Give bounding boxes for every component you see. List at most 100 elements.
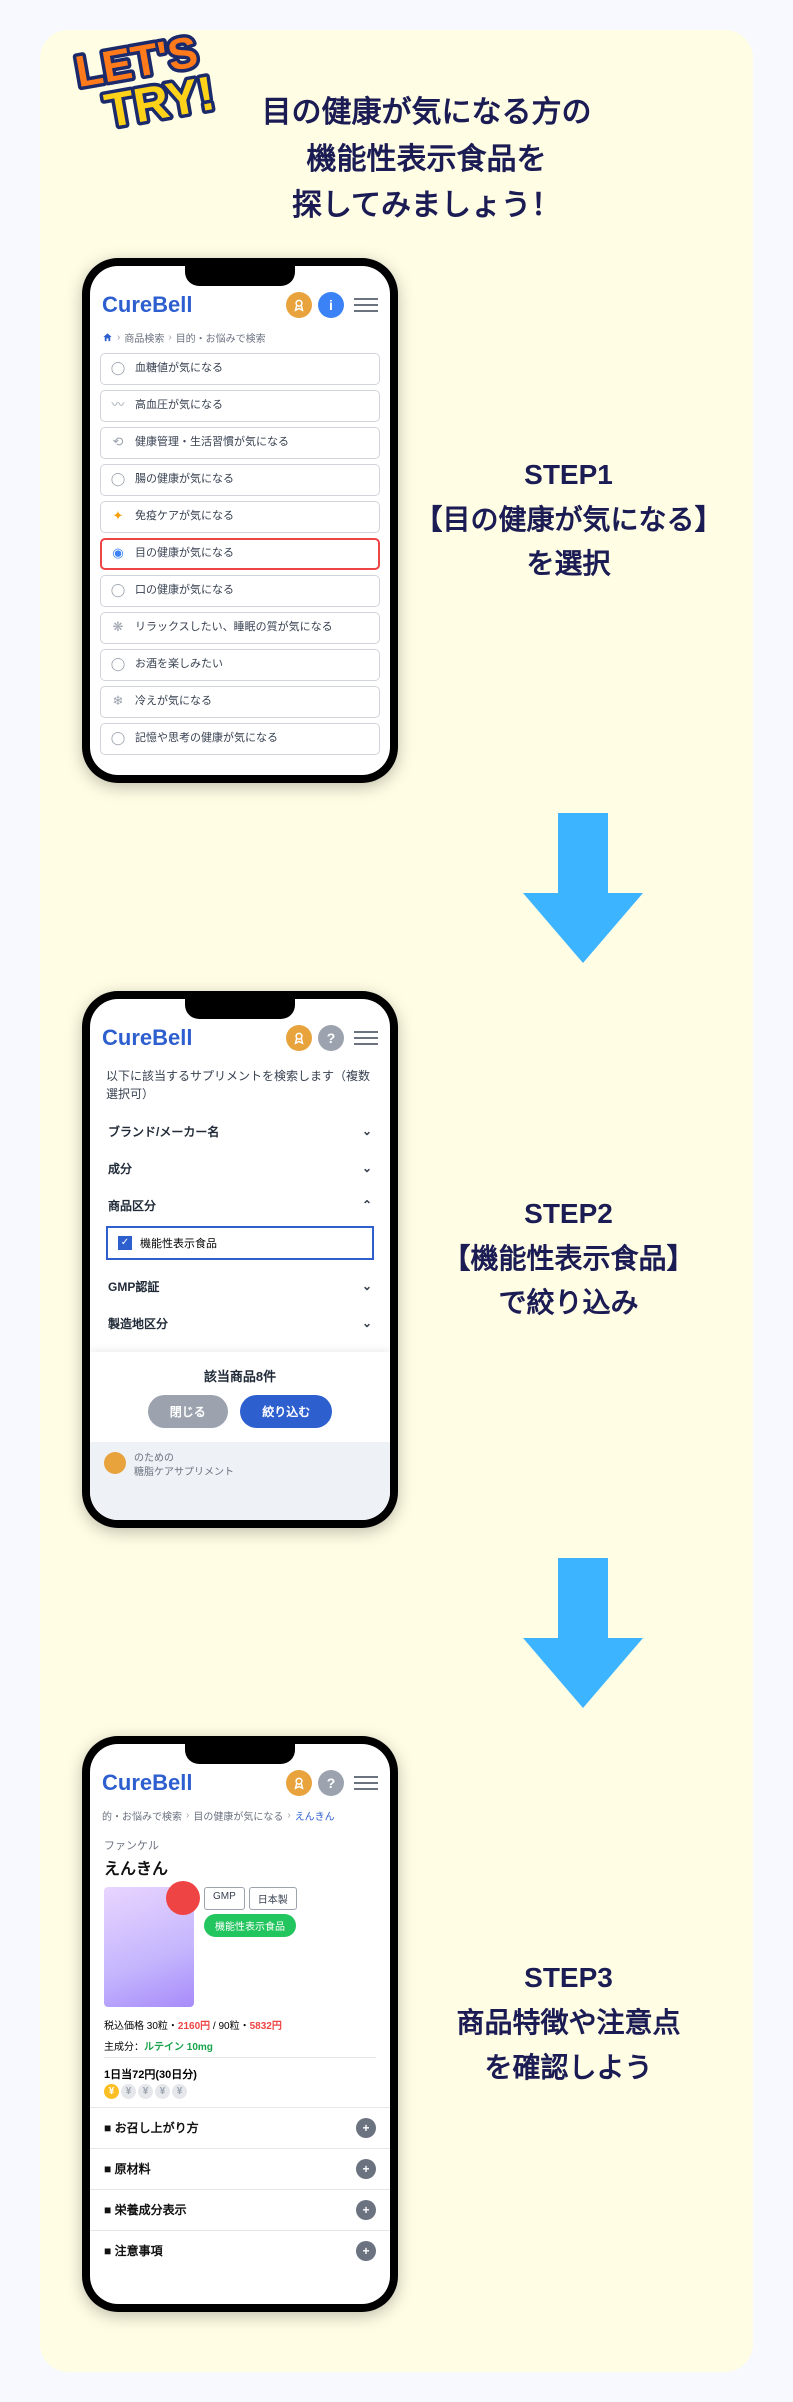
headline-line3: 探してみましょう！: [292, 189, 561, 222]
arrow-down-icon: [523, 813, 643, 963]
category-item[interactable]: ✦ 免疫ケアが気になる: [100, 501, 380, 533]
menu-icon[interactable]: [354, 1776, 378, 1790]
category-item[interactable]: ◯腸の健康が気になる: [100, 464, 380, 496]
bc-item[interactable]: 商品検索: [124, 330, 164, 345]
category-item[interactable]: ⟲健康管理・生活習慣が気になる: [100, 427, 380, 459]
chevron-up-icon: ⌃: [362, 1198, 372, 1212]
product-tags: GMP 日本製 機能性表示食品: [204, 1887, 376, 1937]
app-logo[interactable]: CureBell: [102, 292, 280, 318]
close-button[interactable]: 閉じる: [148, 1395, 228, 1428]
filter-gmp[interactable]: GMP認証 ⌄: [106, 1268, 374, 1305]
tag-jp: 日本製: [249, 1887, 297, 1910]
category-label: 高血圧が気になる: [135, 398, 223, 412]
app-logo[interactable]: CureBell: [102, 1770, 280, 1796]
filter-button[interactable]: 絞り込む: [240, 1395, 332, 1428]
phone-step2: CureBell ? 以下に該当するサプリメントを検索します（複数選択可） ブラ…: [82, 991, 398, 1528]
chevron-down-icon: ⌄: [362, 1161, 372, 1175]
menu-icon[interactable]: [354, 298, 378, 312]
category-item[interactable]: ❄ 冷えが気になる: [100, 686, 380, 718]
acc-nutrition[interactable]: ■ 栄養成分表示 +: [90, 2189, 390, 2230]
filter-ingredient[interactable]: 成分 ⌄: [106, 1150, 374, 1187]
category-item[interactable]: ❋リラックスしたい、睡眠の質が気になる: [100, 612, 380, 644]
category-icon: ◯: [109, 360, 127, 378]
menu-icon[interactable]: [354, 1031, 378, 1045]
price-1: 2160円: [178, 2021, 210, 2032]
product-ingredient: 主成分：ルテイン 10mg: [90, 2034, 390, 2057]
category-icon: ✦: [109, 508, 127, 526]
bc-item-current: えんきん: [295, 1808, 335, 1823]
step2-row: CureBell ? 以下に該当するサプリメントを検索します（複数選択可） ブラ…: [70, 991, 723, 1528]
category-icon: ❄: [109, 693, 127, 711]
step1-title: STEP1: [524, 459, 613, 490]
filter-label: 成分: [108, 1160, 132, 1177]
filter-label: ブランド/メーカー名: [108, 1123, 219, 1140]
step2-line2: で絞り込み: [498, 1287, 638, 1318]
filter-option-functional[interactable]: ✓ 機能性表示食品: [106, 1226, 374, 1260]
category-icon: ❋: [109, 619, 127, 637]
headline-line2: 機能性表示食品を: [307, 143, 547, 176]
category-list: ◯ 血糖値が気になる〰高血圧が気になる ⟲健康管理・生活習慣が気になる ◯腸の健康が気…: [90, 353, 390, 775]
acc-ingredients[interactable]: ■ 原材料 +: [90, 2148, 390, 2189]
app-logo[interactable]: CureBell: [102, 1025, 280, 1051]
breadcrumb: › 商品検索 › 目的・お悩みで検索: [90, 326, 390, 353]
chevron-down-icon: ⌄: [362, 1279, 372, 1293]
yen-dim-icon: ¥: [121, 2084, 136, 2099]
result-count: 該当商品8件: [90, 1366, 390, 1385]
category-label: 口の健康が気になる: [135, 583, 234, 597]
category-label: 冷えが気になる: [135, 694, 212, 708]
product-name: えんきん: [90, 1853, 390, 1887]
category-icon: 〰: [109, 397, 127, 415]
arrow-down-icon: [523, 1558, 643, 1708]
category-icon: ◯: [109, 582, 127, 600]
tutorial-card: LET'S TRY! 目の健康が気になる方の 機能性表示食品を 探してみましょう…: [40, 30, 753, 2372]
acc-label: 栄養成分表示: [115, 2203, 187, 2217]
price-2: 5832円: [250, 2021, 282, 2032]
acc-usage[interactable]: ■ お召し上がり方 +: [90, 2107, 390, 2148]
award-icon[interactable]: [286, 292, 312, 318]
breadcrumb: 的・お悩みで検索 › 目の健康が気になる › えんきん: [90, 1804, 390, 1831]
award-icon[interactable]: [286, 1770, 312, 1796]
category-label: 免疫ケアが気になる: [135, 509, 234, 523]
filter-brand[interactable]: ブランド/メーカー名 ⌄: [106, 1113, 374, 1150]
headline-line1: 目の健康が気になる方の: [262, 96, 592, 129]
filter-message: 以下に該当するサプリメントを検索します（複数選択可）: [90, 1059, 390, 1113]
category-item[interactable]: ◯ 口の健康が気になる: [100, 575, 380, 607]
category-eye-health[interactable]: ◉目の健康が気になる: [100, 538, 380, 570]
help-icon[interactable]: ?: [318, 1025, 344, 1051]
category-icon: ◯: [109, 471, 127, 489]
plus-icon: +: [356, 2118, 376, 2138]
category-label: 血糖値が気になる: [135, 361, 223, 375]
tag-functional: 機能性表示食品: [204, 1914, 296, 1937]
category-label: 健康管理・生活習慣が気になる: [135, 435, 289, 449]
acc-caution[interactable]: ■ 注意事項 +: [90, 2230, 390, 2271]
phone-notch: [185, 999, 295, 1019]
category-item[interactable]: 〰高血圧が気になる: [100, 390, 380, 422]
home-icon[interactable]: [102, 332, 113, 343]
category-item[interactable]: ◯ 血糖値が気になる: [100, 353, 380, 385]
filter-label: 製造地区分: [108, 1315, 168, 1332]
info-icon[interactable]: i: [318, 292, 344, 318]
chevron-right-icon: ›: [287, 1810, 290, 1821]
price-prefix: 税込価格 30粒・: [104, 2021, 178, 2032]
filter-label: GMP認証: [108, 1278, 159, 1295]
step1-text: STEP1 【目の健康が気になる】 を選択: [414, 453, 723, 587]
bc-item[interactable]: 目の健康が気になる: [193, 1808, 283, 1823]
category-item[interactable]: ◯お酒を楽しみたい: [100, 649, 380, 681]
background-snippet: のための 糖脂ケアサプリメント: [90, 1442, 390, 1520]
award-icon: [104, 1452, 126, 1474]
filter-option-label: 機能性表示食品: [140, 1235, 217, 1251]
phone-step1: CureBell i › 商品検索 › 目的・お悩みで検索: [82, 258, 398, 783]
step2-line1: 【機能性表示食品】: [442, 1243, 694, 1274]
ing-label: 主成分：: [104, 2042, 144, 2053]
price-mid: / 90粒・: [210, 2021, 249, 2032]
award-icon[interactable]: [286, 1025, 312, 1051]
product-price: 税込価格 30粒・2160円 / 90粒・5832円: [90, 2015, 390, 2034]
filter-region[interactable]: 製造地区分 ⌄: [106, 1305, 374, 1342]
chevron-right-icon: ›: [168, 332, 171, 343]
help-icon[interactable]: ?: [318, 1770, 344, 1796]
step2-title: STEP2: [524, 1198, 613, 1229]
chevron-down-icon: ⌄: [362, 1124, 372, 1138]
filter-category[interactable]: 商品区分 ⌃: [106, 1187, 374, 1224]
category-item[interactable]: ◯記憶や思考の健康が気になる: [100, 723, 380, 755]
bc-item[interactable]: 的・お悩みで検索: [102, 1808, 182, 1823]
